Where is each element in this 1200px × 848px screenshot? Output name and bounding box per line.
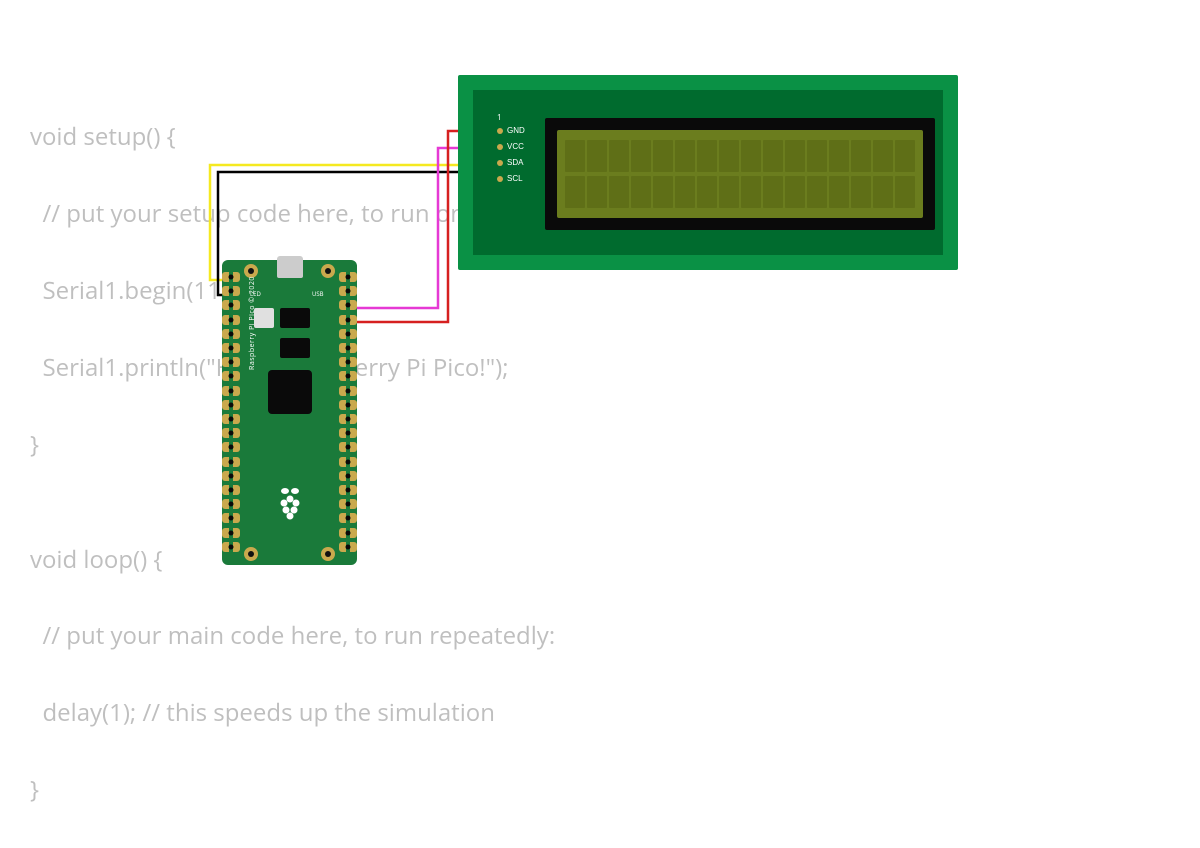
lcd-pin-1-marker: 1 bbox=[497, 112, 502, 123]
lcd-row-2 bbox=[565, 176, 915, 208]
lcd-pin-gnd: GND bbox=[497, 126, 525, 135]
lcd-pin-vcc: VCC bbox=[497, 142, 525, 151]
raspberry-pi-logo-icon bbox=[275, 485, 305, 530]
board-silkscreen-text: Raspberry Pi Pico © 2020 bbox=[248, 276, 257, 370]
code-line: // put your main code here, to run repea… bbox=[30, 617, 555, 655]
mounting-hole bbox=[321, 547, 335, 561]
code-line: delay(1); // this speeds up the simulati… bbox=[30, 694, 555, 732]
lcd-pin-labels: GND VCC SDA SCL bbox=[497, 126, 525, 183]
lcd-screen-frame bbox=[545, 118, 935, 230]
code-line: } bbox=[30, 771, 555, 809]
pico-pins-right bbox=[339, 272, 357, 552]
lcd-screen bbox=[557, 130, 923, 218]
usb-micro-connector bbox=[277, 256, 303, 278]
lcd-pin-sda: SDA bbox=[497, 158, 525, 167]
flash-chip bbox=[280, 338, 310, 358]
lcd-pcb: 1 GND VCC SDA SCL bbox=[473, 90, 943, 255]
bootsel-button[interactable] bbox=[254, 308, 274, 328]
raspberry-pi-pico[interactable]: LED USB Raspberry Pi Pico © 2020 bbox=[222, 260, 357, 565]
lcd-pin-scl: SCL bbox=[497, 174, 525, 183]
voltage-regulator bbox=[280, 308, 310, 328]
lcd-row-1 bbox=[565, 140, 915, 172]
mounting-hole bbox=[321, 264, 335, 278]
lcd-1602-module[interactable]: 1 GND VCC SDA SCL bbox=[458, 75, 958, 270]
rp2040-chip bbox=[268, 370, 312, 414]
mounting-hole bbox=[244, 547, 258, 561]
pico-pins-left bbox=[222, 272, 240, 552]
usb-label: USB bbox=[312, 290, 324, 298]
